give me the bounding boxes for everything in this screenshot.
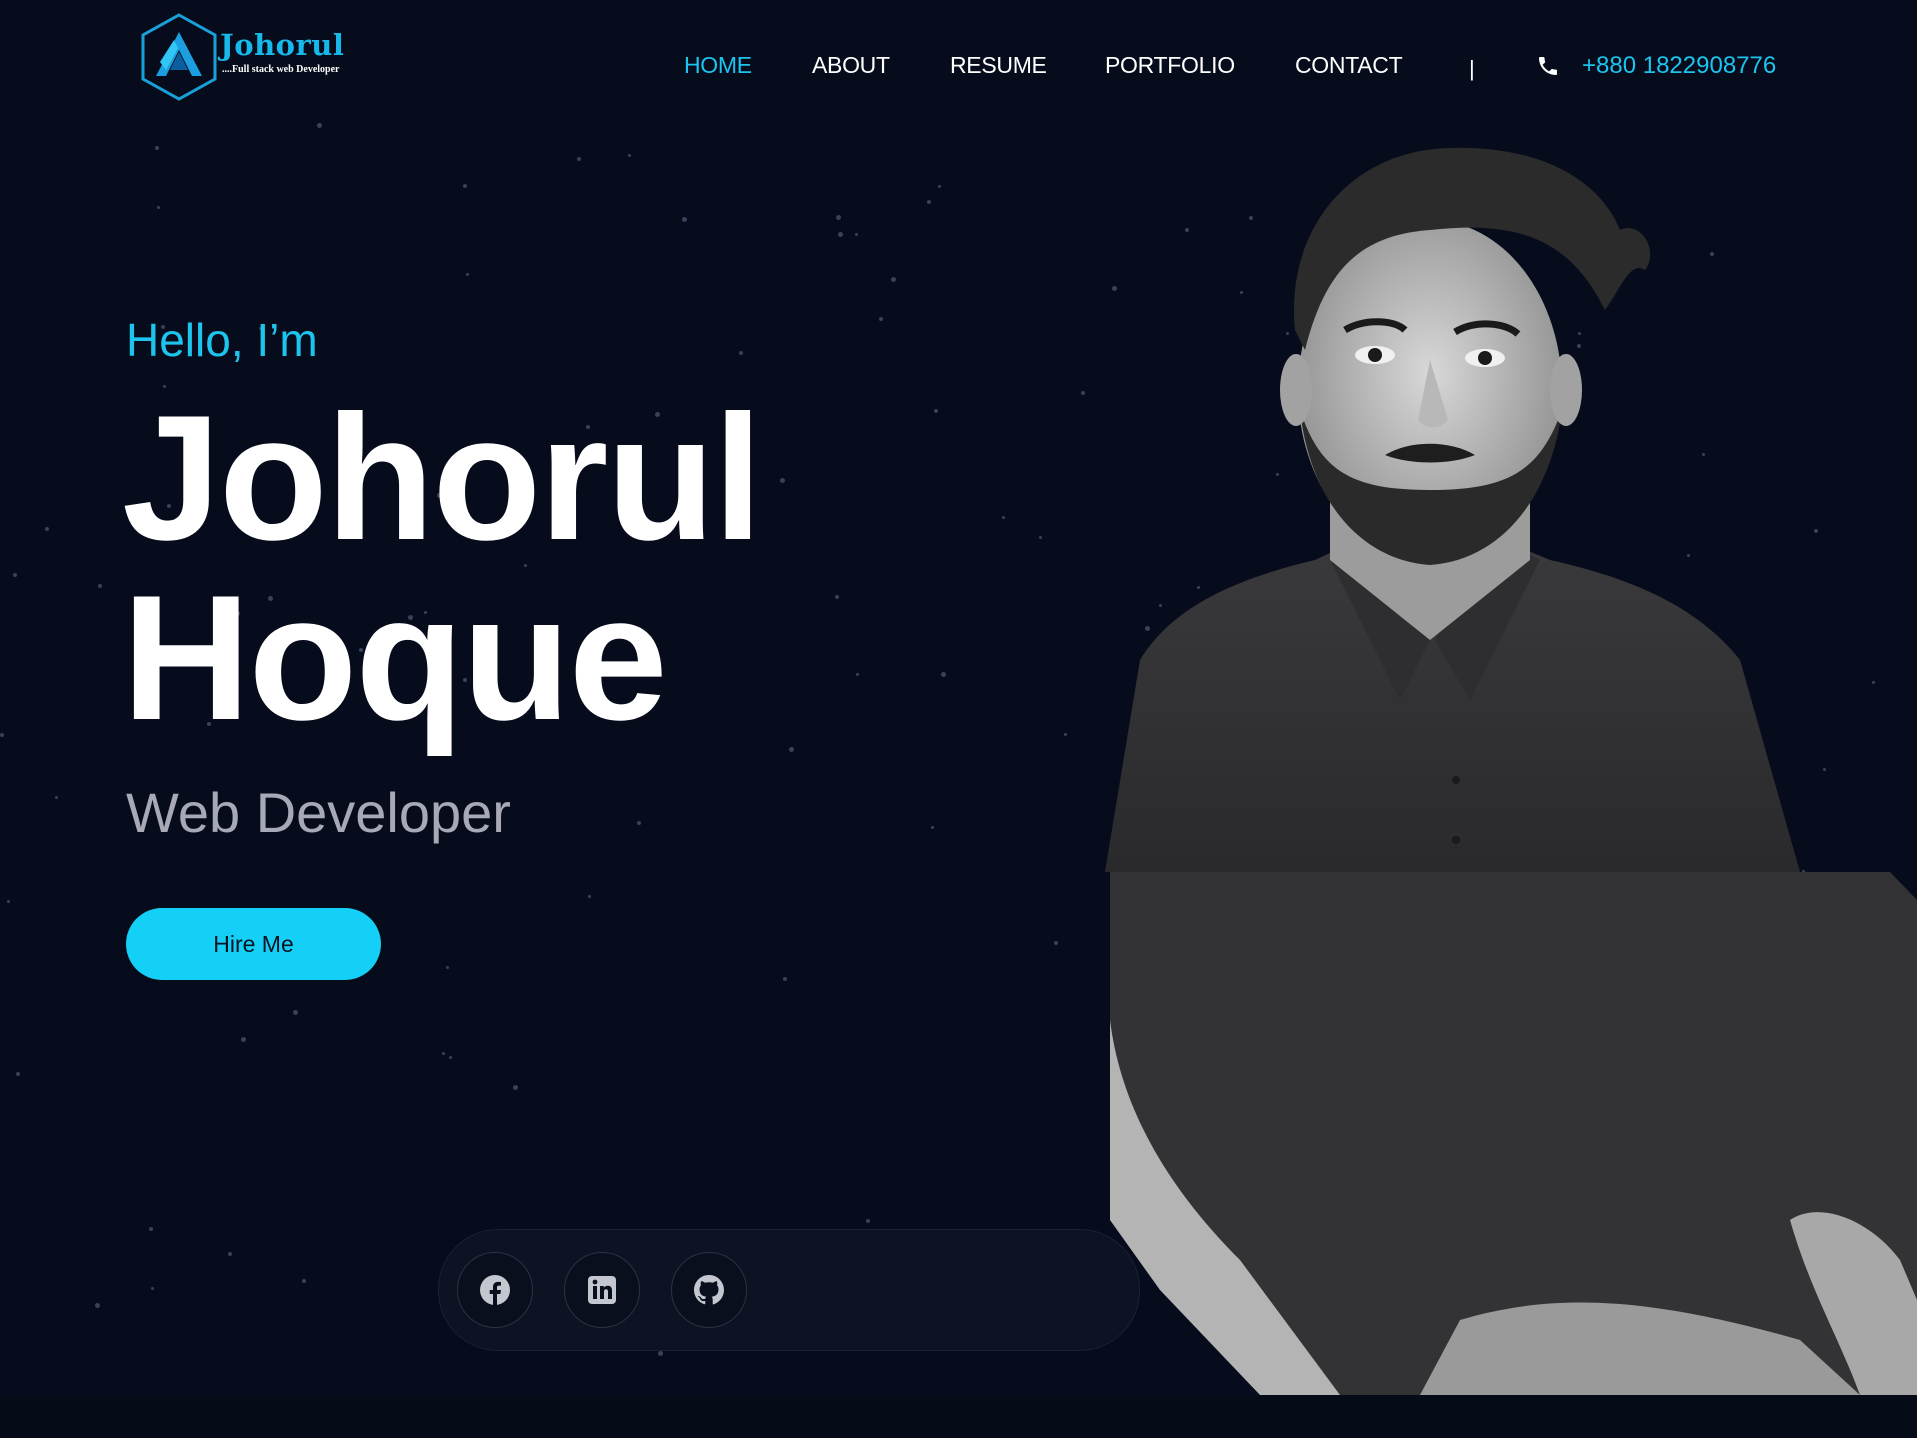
linkedin-link[interactable] xyxy=(564,1252,640,1328)
star-dot xyxy=(588,895,591,898)
star-dot xyxy=(293,1010,298,1015)
star-dot xyxy=(302,1279,306,1283)
star-dot xyxy=(446,966,449,969)
star-dot xyxy=(7,900,10,903)
star-dot xyxy=(241,1037,246,1042)
star-dot xyxy=(45,527,49,531)
facebook-link[interactable] xyxy=(457,1252,533,1328)
github-icon xyxy=(694,1275,724,1305)
star-dot xyxy=(682,217,687,222)
star-dot xyxy=(783,977,787,981)
star-dot xyxy=(628,154,631,157)
star-dot xyxy=(637,821,641,825)
star-dot xyxy=(1081,391,1085,395)
star-dot xyxy=(1002,516,1005,519)
star-dot xyxy=(1054,941,1058,945)
star-dot xyxy=(789,747,794,752)
star-dot xyxy=(157,206,160,209)
star-dot xyxy=(931,826,934,829)
star-dot xyxy=(1039,536,1042,539)
star-dot xyxy=(55,796,58,799)
hero-greeting: Hello, I’m xyxy=(126,314,318,366)
portrait-photo xyxy=(1105,147,1917,1395)
star-dot xyxy=(856,673,859,676)
hero-first-name: Johorul xyxy=(122,378,763,577)
hero-name: Johorul Hoque xyxy=(122,388,763,748)
star-dot xyxy=(938,185,941,188)
star-dot xyxy=(838,232,843,237)
social-links-bar xyxy=(438,1229,1140,1351)
nav-item-contact[interactable]: CONTACT xyxy=(1295,52,1403,79)
star-dot xyxy=(155,146,159,150)
star-dot xyxy=(941,672,946,677)
star-dot xyxy=(739,351,743,355)
star-dot xyxy=(149,1227,153,1231)
star-dot xyxy=(449,1056,452,1059)
nav-item-portfolio[interactable]: PORTFOLIO xyxy=(1105,52,1235,79)
star-dot xyxy=(466,273,469,276)
github-link[interactable] xyxy=(671,1252,747,1328)
star-dot xyxy=(95,1303,100,1308)
nav-item-resume[interactable]: RESUME xyxy=(950,52,1047,79)
hero-section: Johorul ....Full stack web Developer HOM… xyxy=(0,0,1917,1395)
facebook-icon xyxy=(480,1275,510,1305)
star-dot xyxy=(836,215,841,220)
star-dot xyxy=(228,1252,232,1256)
star-dot xyxy=(16,1072,20,1076)
hero-last-name: Hoque xyxy=(122,558,668,757)
star-dot xyxy=(879,317,883,321)
nav-item-about[interactable]: ABOUT xyxy=(812,52,890,79)
star-dot xyxy=(0,733,4,737)
star-dot xyxy=(577,157,581,161)
phone-icon xyxy=(1539,57,1557,75)
star-dot xyxy=(780,478,785,483)
star-dot xyxy=(151,1287,154,1290)
star-dot xyxy=(442,1052,445,1055)
star-dot xyxy=(98,584,102,588)
star-dot xyxy=(866,1219,870,1223)
star-dot xyxy=(855,233,858,236)
star-dot xyxy=(513,1085,518,1090)
star-dot xyxy=(934,409,938,413)
portfolio-page: Johorul ....Full stack web Developer HOM… xyxy=(0,0,1917,1438)
linkedin-icon xyxy=(588,1276,616,1304)
phone-number-link[interactable]: +880 1822908776 xyxy=(1582,52,1776,80)
star-dot xyxy=(13,573,17,577)
star-dot xyxy=(463,184,467,188)
star-dot xyxy=(1064,733,1067,736)
nav-item-home[interactable]: HOME xyxy=(684,52,752,79)
hero-role: Web Developer xyxy=(126,781,511,844)
star-dot xyxy=(317,123,322,128)
nav-divider: | xyxy=(1469,56,1475,81)
footer-strip xyxy=(0,1395,1917,1438)
star-dot xyxy=(927,200,931,204)
star-dot xyxy=(835,595,839,599)
star-dot xyxy=(891,277,896,282)
hire-me-button[interactable]: Hire Me xyxy=(126,908,381,980)
star-dot xyxy=(658,1351,663,1356)
